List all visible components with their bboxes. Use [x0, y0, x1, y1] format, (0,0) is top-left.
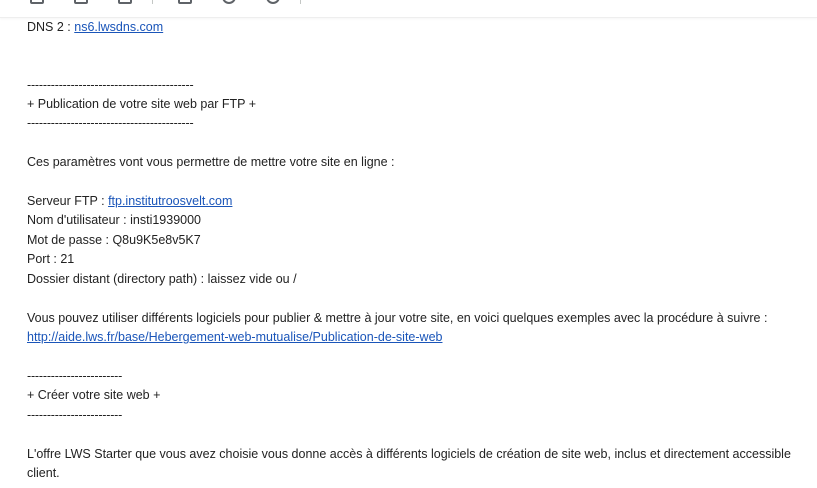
ftp-server-link[interactable]: ftp.institutroosvelt.com	[108, 194, 232, 208]
create-divider-top: ------------------------	[27, 369, 123, 383]
offer-text-end: client.	[27, 466, 60, 480]
ftp-server-label: Serveur FTP :	[27, 194, 105, 208]
software-text: Vous pouvez utiliser différents logiciel…	[27, 311, 768, 325]
add-task-icon[interactable]	[266, 0, 280, 4]
snooze-icon[interactable]	[222, 0, 236, 4]
mark-unread-icon[interactable]	[178, 0, 192, 4]
report-spam-icon[interactable]	[74, 0, 88, 4]
ftp-password: Mot de passe : Q8u9K5e8v5K7	[27, 233, 201, 247]
ftp-divider-top: ----------------------------------------…	[27, 78, 194, 92]
ftp-section-title: + Publication de votre site web par FTP …	[27, 97, 257, 111]
ftp-server-line: Serveur FTP : ftp.institutroosvelt.com	[27, 192, 232, 212]
ftp-divider-bottom: ----------------------------------------…	[27, 116, 194, 130]
toolbar-divider	[300, 0, 301, 4]
offer-text: L'offre LWS Starter que vous avez choisi…	[27, 447, 791, 461]
ftp-intro-text: Ces paramètres vont vous permettre de me…	[27, 155, 395, 169]
create-divider-bottom: ------------------------	[27, 408, 123, 422]
dns2-label: DNS 2 :	[27, 20, 71, 34]
ftp-remote-dir: Dossier distant (directory path) : laiss…	[27, 272, 297, 286]
help-link[interactable]: http://aide.lws.fr/base/Hebergement-web-…	[27, 330, 442, 344]
create-section-title: + Créer votre site web +	[27, 388, 161, 402]
dns2-line: DNS 2 : ns6.lwsdns.com	[27, 18, 163, 38]
ftp-username: Nom d'utilisateur : insti1939000	[27, 213, 202, 227]
ftp-port: Port : 21	[27, 252, 75, 266]
dns2-link[interactable]: ns6.lwsdns.com	[74, 20, 163, 34]
archive-icon[interactable]	[30, 0, 44, 4]
toolbar-divider	[152, 0, 153, 4]
delete-icon[interactable]	[118, 0, 132, 4]
toolbar-strip	[0, 0, 817, 18]
help-link-line: http://aide.lws.fr/base/Hebergement-web-…	[27, 328, 442, 348]
